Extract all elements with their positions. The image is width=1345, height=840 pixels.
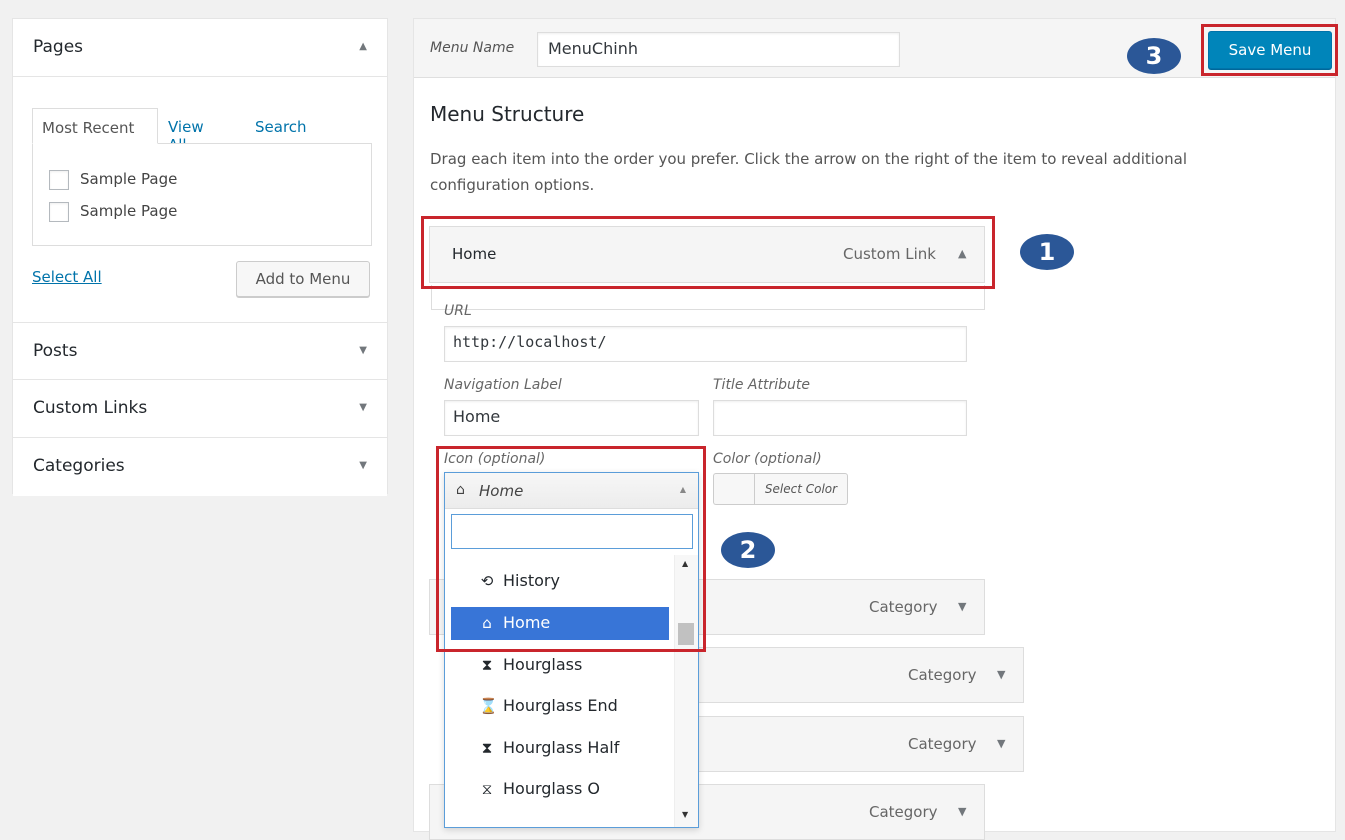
menu-item-type: Category <box>908 735 977 753</box>
accordion-custom-links-title: Custom Links <box>33 398 148 418</box>
icon-option-hourglass[interactable]: ⧗ Hourglass <box>451 649 669 682</box>
title-attribute-input[interactable] <box>713 400 967 436</box>
select-color-button[interactable]: Select Color <box>754 473 848 505</box>
description-line: configuration options. <box>430 176 595 194</box>
icon-option-hourglass-half[interactable]: ⧗ Hourglass Half <box>451 732 669 765</box>
title-attribute-label: Title Attribute <box>713 377 810 393</box>
save-menu-button[interactable]: Save Menu <box>1208 31 1332 69</box>
menu-item-type: Category <box>869 598 938 616</box>
expand-arrow-icon[interactable]: ▼ <box>958 600 966 613</box>
menu-structure-title: Menu Structure <box>430 102 585 126</box>
icon-option-hourglass-end[interactable]: ⌛ Hourglass End <box>451 690 669 723</box>
hourglass-half-icon: ⧗ <box>481 739 493 757</box>
page-option-label: Sample Page <box>80 170 178 188</box>
accordion-pages-title: Pages <box>33 37 84 57</box>
hourglass-o-icon: ⧖ <box>481 780 493 798</box>
menu-item-type: Category <box>869 803 938 821</box>
icon-option-label: Hourglass End <box>503 696 618 715</box>
callout-badge-3: 3 <box>1127 38 1181 74</box>
pages-tab-panel: Sample Page Sample Page <box>32 143 372 246</box>
page-option-label: Sample Page <box>80 202 178 220</box>
tab-search[interactable]: Search <box>246 108 316 144</box>
hourglass-end-icon: ⌛ <box>479 697 498 715</box>
icon-option-label: Hourglass <box>503 655 583 674</box>
menu-name-input[interactable]: MenuChinh <box>537 32 900 67</box>
url-input[interactable]: http://localhost/ <box>444 326 967 362</box>
icon-option-label: Hourglass O <box>503 779 601 798</box>
tab-view-all[interactable]: View All <box>159 108 213 154</box>
collapse-arrow-icon: ▲ <box>359 41 367 52</box>
callout-box-icon-select <box>436 446 706 652</box>
accordion-custom-links-header[interactable]: Custom Links ▼ <box>13 380 387 438</box>
accordion-categories-title: Categories <box>33 456 125 476</box>
expand-arrow-icon: ▼ <box>359 460 367 471</box>
url-label: URL <box>444 303 472 319</box>
page-checkbox[interactable] <box>49 202 69 222</box>
navigation-label-input[interactable]: Home <box>444 400 699 436</box>
hourglass-icon: ⧗ <box>481 656 493 674</box>
accordion-posts-title: Posts <box>33 341 78 361</box>
menu-item-type: Category <box>908 666 977 684</box>
expand-arrow-icon[interactable]: ▼ <box>958 805 966 818</box>
callout-badge-1: 1 <box>1020 234 1074 270</box>
description-line: Drag each item into the order you prefer… <box>430 150 1187 168</box>
callout-badge-2: 2 <box>721 532 775 568</box>
color-swatch[interactable] <box>713 473 754 505</box>
callout-box-menu-item <box>421 216 995 289</box>
add-to-menu-button[interactable]: Add to Menu <box>236 261 370 297</box>
icon-option-label: Hourglass Half <box>503 738 620 757</box>
expand-arrow-icon: ▼ <box>359 402 367 413</box>
menu-name-label: Menu Name <box>430 40 515 56</box>
select-all-link[interactable]: Select All <box>32 268 102 286</box>
tab-most-recent[interactable]: Most Recent <box>32 108 158 144</box>
accordion-posts-header[interactable]: Posts ▼ <box>13 322 387 380</box>
menu-items-accordion: Pages ▲ Posts ▼ Custom Links ▼ Categorie… <box>12 18 388 496</box>
accordion-categories-header[interactable]: Categories ▼ <box>13 438 387 496</box>
page-checkbox[interactable] <box>49 170 69 190</box>
accordion-pages-header[interactable]: Pages ▲ <box>13 19 387 77</box>
navigation-label-label: Navigation Label <box>444 377 562 393</box>
expand-arrow-icon: ▼ <box>359 345 367 356</box>
menu-structure-description: Drag each item into the order you prefer… <box>430 146 1310 198</box>
icon-option-hourglass-o[interactable]: ⧖ Hourglass O <box>451 773 669 806</box>
expand-arrow-icon[interactable]: ▼ <box>997 737 1005 750</box>
scroll-down-icon[interactable]: ▼ <box>682 810 688 819</box>
expand-arrow-icon[interactable]: ▼ <box>997 668 1005 681</box>
color-label: Color (optional) <box>713 451 822 467</box>
